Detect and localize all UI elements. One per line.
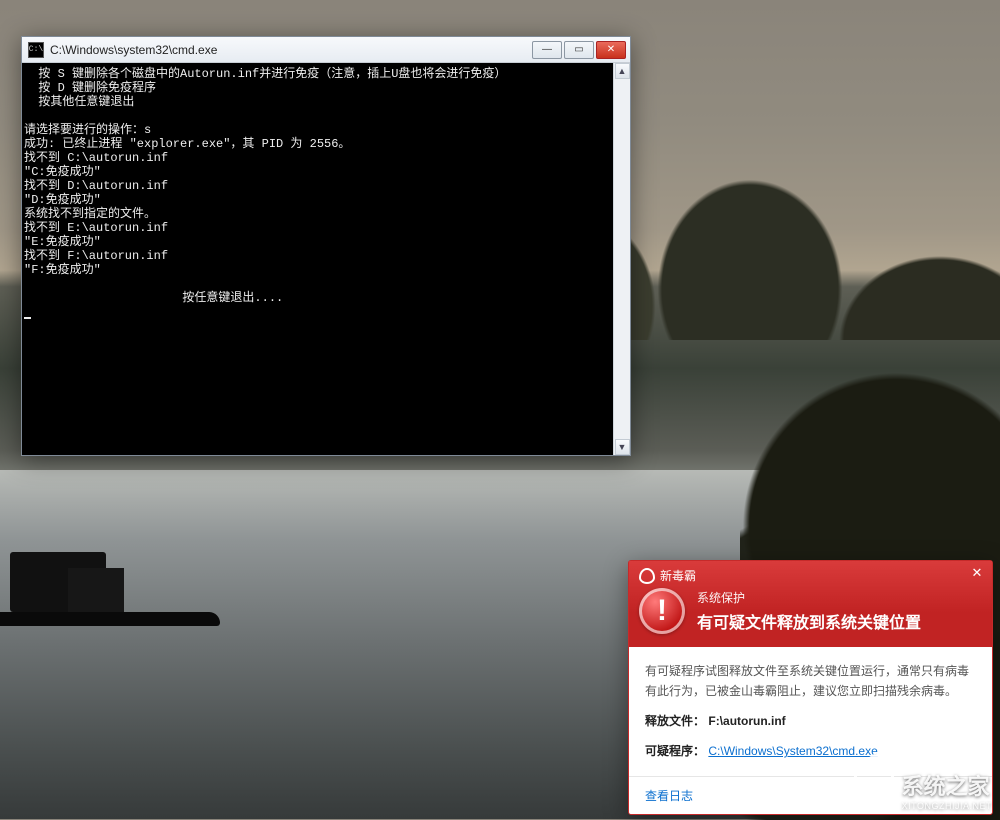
cmd-window: C:\ C:\Windows\system32\cmd.exe — ▭ ✕ 按 … <box>21 36 631 456</box>
shield-icon <box>639 568 655 584</box>
watermark-text: 系统之家 <box>902 774 990 799</box>
maximize-button[interactable]: ▭ <box>564 41 594 59</box>
close-button[interactable]: ✕ <box>596 41 626 59</box>
cmd-scrollbar[interactable]: ▲ ▼ <box>613 63 630 455</box>
cmd-icon: C:\ <box>28 42 44 58</box>
av-view-log-link[interactable]: 查看日志 <box>645 787 693 804</box>
alert-icon: ! <box>639 588 685 634</box>
cmd-output: 按 S 键删除各个磁盘中的Autorun.inf并进行免疫（注意，插上U盘也将会… <box>22 63 630 455</box>
av-proc-label: 可疑程序： <box>645 744 705 758</box>
av-file-value: F:\autorun.inf <box>708 714 785 728</box>
av-file-label: 释放文件： <box>645 714 705 728</box>
background-boat <box>0 528 220 638</box>
cmd-titlebar[interactable]: C:\ C:\Windows\system32\cmd.exe — ▭ ✕ <box>22 37 630 63</box>
av-description: 有可疑程序试图释放文件至系统关键位置运行，通常只有病毒有此行为，已被金山毒霸阻止… <box>645 661 976 701</box>
watermark: 系统之家 XITONGZHIJIA.NET <box>854 769 992 811</box>
watermark-sub: XITONGZHIJIA.NET <box>902 801 992 811</box>
minimize-button[interactable]: — <box>532 41 562 59</box>
av-subtitle: 系统保护 <box>697 589 921 606</box>
scroll-down-icon[interactable]: ▼ <box>615 439 630 455</box>
av-header: 新毒霸 ✕ ! 系统保护 有可疑文件释放到系统关键位置 <box>629 561 992 647</box>
av-body: 有可疑程序试图释放文件至系统关键位置运行，通常只有病毒有此行为，已被金山毒霸阻止… <box>629 647 992 776</box>
cmd-title: C:\Windows\system32\cmd.exe <box>50 43 530 57</box>
house-icon <box>854 770 894 810</box>
av-brand: 新毒霸 <box>639 567 696 584</box>
scroll-up-icon[interactable]: ▲ <box>615 63 630 79</box>
av-close-button[interactable]: ✕ <box>968 565 986 581</box>
av-title: 有可疑文件释放到系统关键位置 <box>697 609 921 633</box>
av-brand-label: 新毒霸 <box>660 567 696 584</box>
